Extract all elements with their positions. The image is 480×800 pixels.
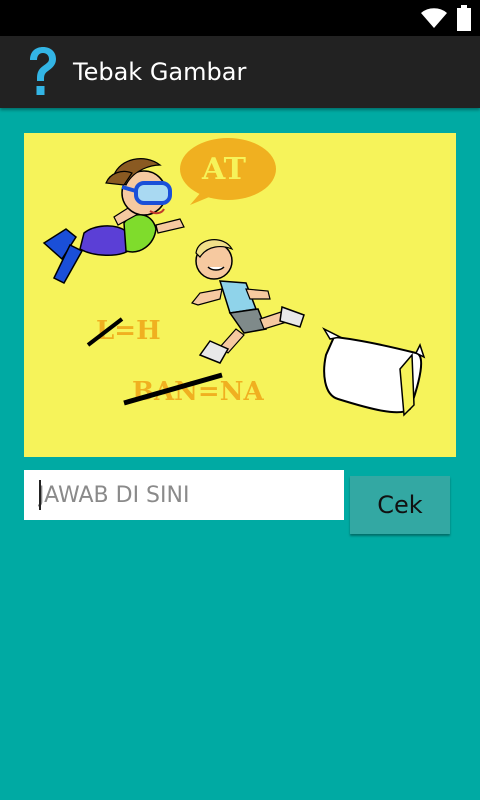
runner-illustration bbox=[190, 239, 305, 364]
pillow-illustration bbox=[322, 327, 426, 417]
speech-bubble: AT bbox=[180, 138, 276, 205]
puzzle-image: AT L=H BAN=NA bbox=[24, 133, 456, 457]
battery-icon bbox=[457, 5, 471, 31]
question-mark-icon[interactable] bbox=[22, 46, 62, 98]
bubble-text: AT bbox=[201, 152, 247, 187]
check-button[interactable]: Cek bbox=[350, 476, 450, 534]
action-bar: Tebak Gambar bbox=[0, 36, 480, 108]
status-bar bbox=[0, 0, 480, 36]
answer-input[interactable] bbox=[24, 470, 344, 520]
wifi-icon bbox=[421, 8, 447, 28]
clue-text-1: L=H bbox=[86, 316, 161, 347]
app-title: Tebak Gambar bbox=[73, 58, 247, 86]
clue-text-2: BAN=NA bbox=[123, 372, 264, 407]
text-caret bbox=[39, 480, 41, 510]
swimmer-illustration bbox=[42, 158, 185, 284]
